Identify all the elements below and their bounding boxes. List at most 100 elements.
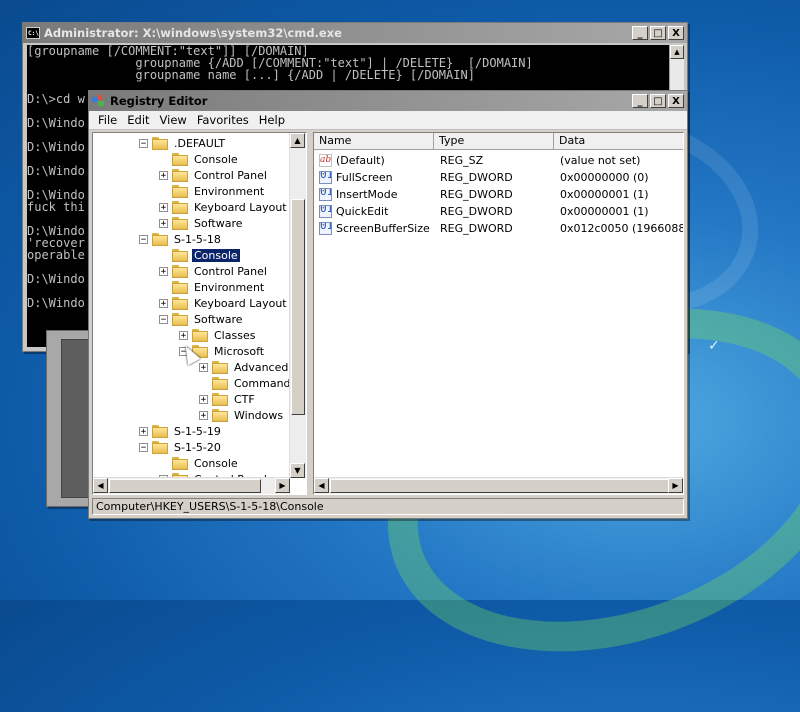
tree-horizontal-scrollbar[interactable]: ◀ ▶: [93, 477, 290, 494]
scroll-thumb[interactable]: [291, 199, 305, 415]
value-row[interactable]: 011 110 QuickEdit REG_DWORD 0x00000001 (1): [314, 203, 683, 220]
scroll-right-arrow-icon[interactable]: ▶: [668, 478, 683, 493]
menu-favorites[interactable]: Favorites: [192, 113, 254, 127]
collapse-minus-icon[interactable]: −: [139, 442, 148, 452]
tree-node[interactable]: + Control Panel: [159, 263, 269, 279]
tree-node-label[interactable]: Console: [192, 457, 240, 470]
tree-node-label[interactable]: Environment: [192, 185, 266, 198]
folder-icon: [152, 232, 168, 246]
values-list-pane[interactable]: Name Type Data ab (Default) REG_SZ (value n…: [313, 132, 684, 495]
tree-node[interactable]: − S-1-5-20: [139, 439, 223, 455]
list-horizontal-scrollbar[interactable]: ◀ ▶: [314, 477, 683, 494]
tree-node-label[interactable]: Control Panel: [192, 265, 269, 278]
tree-node-label[interactable]: Windows: [232, 409, 285, 422]
tree-node-label[interactable]: S-1-5-19: [172, 425, 223, 438]
close-button[interactable]: X: [668, 26, 684, 40]
scroll-left-arrow-icon[interactable]: ◀: [314, 478, 329, 493]
scroll-left-arrow-icon[interactable]: ◀: [93, 478, 108, 493]
scroll-thumb[interactable]: [330, 479, 669, 493]
expand-plus-icon[interactable]: +: [159, 170, 168, 180]
key-tree-pane[interactable]: − .DEFAULT Console + Control Panel Environmen…: [92, 132, 307, 495]
maximize-button[interactable]: □: [650, 26, 666, 40]
menu-view[interactable]: View: [155, 113, 192, 127]
tree-node[interactable]: + Software: [159, 215, 245, 231]
tree-node-label[interactable]: Console: [192, 153, 240, 166]
menu-help[interactable]: Help: [254, 113, 290, 127]
tree-node-label[interactable]: Keyboard Layout: [192, 201, 289, 214]
tree-node[interactable]: − S-1-5-18: [139, 231, 223, 247]
folder-icon: [152, 136, 168, 150]
value-row[interactable]: ab (Default) REG_SZ (value not set): [314, 152, 683, 169]
string-value-icon: ab: [319, 154, 332, 167]
tree-node-label[interactable]: Console: [191, 247, 241, 263]
tree-node[interactable]: + Control Panel: [159, 167, 269, 183]
value-row[interactable]: 011 110 InsertMode REG_DWORD 0x00000001 (1): [314, 186, 683, 203]
minimize-button[interactable]: _: [632, 26, 648, 40]
tree-node[interactable]: − .DEFAULT: [139, 135, 227, 151]
expand-plus-icon[interactable]: +: [179, 330, 188, 340]
tree-node[interactable]: Console: [159, 247, 241, 263]
expand-plus-icon[interactable]: +: [199, 394, 208, 404]
menu-edit[interactable]: Edit: [122, 113, 154, 127]
tree-node-label[interactable]: CTF: [232, 393, 257, 406]
expand-plus-icon[interactable]: +: [199, 362, 208, 372]
regedit-titlebar[interactable]: Registry Editor _ □ X: [89, 91, 687, 111]
regedit-icon: [92, 95, 104, 106]
value-row[interactable]: 011 110 ScreenBufferSize REG_DWORD 0x012c00…: [314, 220, 683, 237]
tree-node-label[interactable]: Classes: [212, 329, 257, 342]
collapse-minus-icon[interactable]: −: [139, 234, 148, 244]
tree-node-label[interactable]: S-1-5-18: [172, 233, 223, 246]
collapse-minus-icon[interactable]: −: [139, 138, 148, 148]
collapse-minus-icon[interactable]: −: [159, 314, 168, 324]
column-header-type[interactable]: Type: [434, 133, 554, 150]
registry-editor-window[interactable]: Registry Editor _ □ X File Edit View Fav…: [88, 90, 688, 519]
tree-node-label[interactable]: Microsoft: [212, 345, 266, 358]
scroll-right-arrow-icon[interactable]: ▶: [275, 478, 290, 493]
expand-plus-icon[interactable]: +: [199, 410, 208, 420]
maximize-button[interactable]: □: [650, 94, 666, 108]
tree-node[interactable]: + CTF: [199, 391, 257, 407]
close-button[interactable]: X: [668, 94, 684, 108]
expand-plus-icon[interactable]: +: [139, 426, 148, 436]
tree-node[interactable]: + Windows: [199, 407, 285, 423]
expand-plus-icon[interactable]: +: [159, 218, 168, 228]
status-bar-path: Computer\HKEY_USERS\S-1-5-18\Console: [92, 498, 684, 515]
expand-plus-icon[interactable]: +: [159, 298, 168, 308]
tree-node-label[interactable]: Environment: [192, 281, 266, 294]
tree-node-label[interactable]: Control Panel: [192, 169, 269, 182]
expand-plus-icon[interactable]: +: [159, 202, 168, 212]
expand-plus-icon[interactable]: +: [159, 266, 168, 276]
binary-value-icon: 011 110: [319, 171, 332, 184]
tree-node[interactable]: + Classes: [179, 327, 257, 343]
tree-node-label[interactable]: S-1-5-20: [172, 441, 223, 454]
binary-value-icon: 011 110: [319, 222, 332, 235]
tree-node[interactable]: Environment: [159, 279, 266, 295]
folder-icon: [172, 216, 188, 230]
tree-node[interactable]: Environment: [159, 183, 266, 199]
tree-node-label[interactable]: Software: [192, 217, 245, 230]
scroll-thumb[interactable]: [109, 479, 261, 493]
tree-vertical-scrollbar[interactable]: ▲ ▼: [289, 133, 306, 478]
tree-node[interactable]: + Keyboard Layout: [159, 295, 289, 311]
tree-node[interactable]: − Software: [159, 311, 245, 327]
value-row[interactable]: 011 110 FullScreen REG_DWORD 0x00000000 (0): [314, 169, 683, 186]
folder-icon: [152, 440, 168, 454]
scroll-down-arrow-icon[interactable]: ▼: [290, 463, 305, 478]
scroll-up-arrow-icon[interactable]: ▲: [290, 133, 305, 148]
tree-node-label[interactable]: .DEFAULT: [172, 137, 227, 150]
cmd-titlebar[interactable]: C:\ Administrator: X:\windows\system32\c…: [23, 23, 687, 43]
scroll-up-arrow-icon[interactable]: ▲: [670, 45, 684, 59]
tree-node[interactable]: Console: [159, 455, 240, 471]
tree-node[interactable]: + S-1-5-19: [139, 423, 223, 439]
tree-node-label[interactable]: Keyboard Layout: [192, 297, 289, 310]
folder-icon: [172, 248, 188, 262]
column-header-data[interactable]: Data: [554, 133, 683, 150]
minimize-button[interactable]: _: [632, 94, 648, 108]
tree-node-label[interactable]: Software: [192, 313, 245, 326]
menu-file[interactable]: File: [93, 113, 122, 127]
folder-icon: [212, 360, 228, 374]
tree-node[interactable]: + Keyboard Layout: [159, 199, 289, 215]
value-type: REG_DWORD: [440, 188, 513, 201]
column-header-name[interactable]: Name: [314, 133, 434, 150]
tree-node[interactable]: Console: [159, 151, 240, 167]
